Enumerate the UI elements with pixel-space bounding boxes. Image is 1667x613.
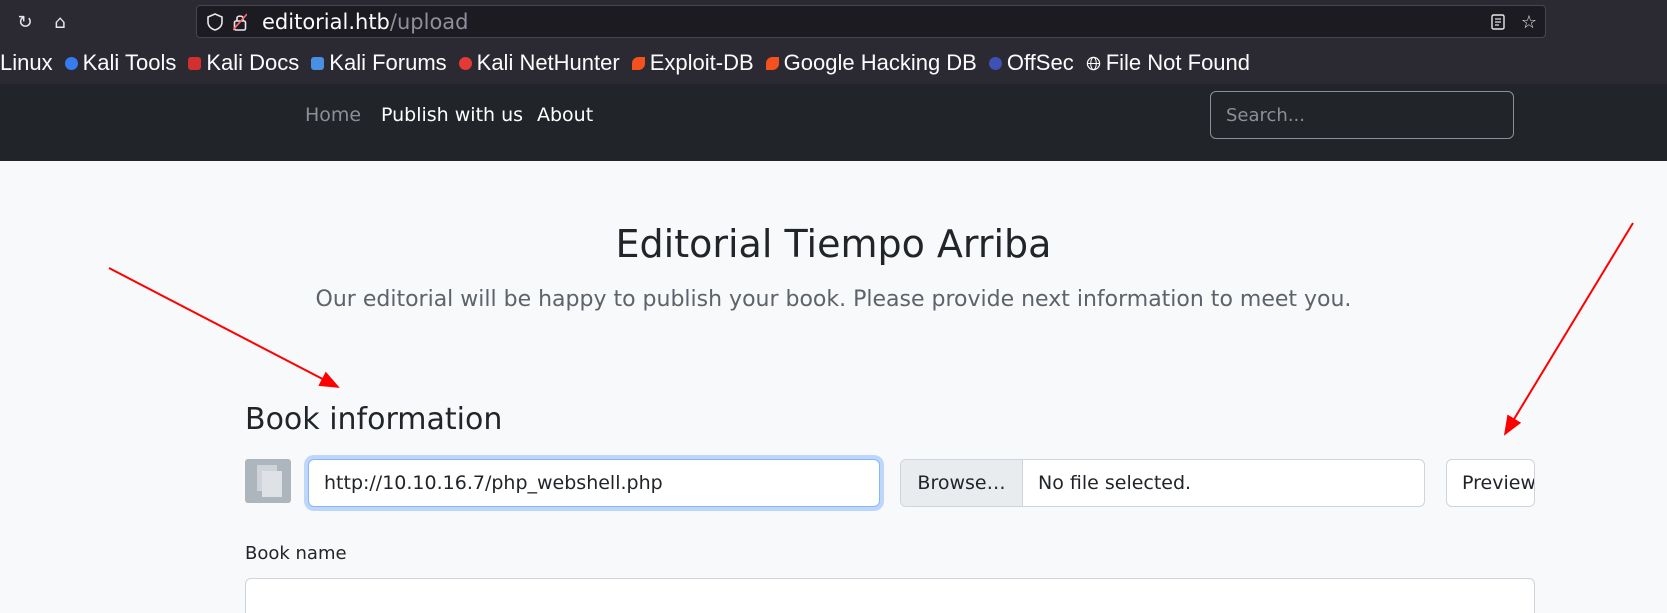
nav-home[interactable]: Home <box>305 104 361 126</box>
bookmark-kali-tools[interactable]: Kali Tools <box>64 50 177 76</box>
url-text[interactable]: editorial.htb/upload <box>262 10 469 34</box>
bookmark-kali-forums[interactable]: Kali Forums <box>311 50 447 76</box>
cover-file-input[interactable]: Browse… No file selected. <box>900 459 1425 507</box>
bookmark-star-icon[interactable]: ☆ <box>1521 12 1537 33</box>
nav-publish[interactable]: Publish with us <box>381 104 523 126</box>
reload-icon[interactable]: ↻ <box>12 10 38 36</box>
bookmark-ghdb[interactable]: Google Hacking DB <box>765 50 977 76</box>
home-icon[interactable]: ⌂ <box>47 10 73 36</box>
browser-chrome: ↻ ⌂ editorial.htb/upload ☆ Linux Kali To… <box>0 0 1667 84</box>
url-path: /upload <box>389 10 469 34</box>
page-subtitle: Our editorial will be happy to publish y… <box>315 287 1352 312</box>
reader-view-icon[interactable] <box>1491 14 1505 30</box>
annotation-arrow-left <box>108 267 340 388</box>
cover-preview-image <box>245 459 291 503</box>
bookmark-file-not-found[interactable]: File Not Found <box>1086 50 1250 76</box>
shield-icon[interactable] <box>207 13 223 31</box>
exploit-db-icon <box>631 56 645 70</box>
browse-button[interactable]: Browse… <box>901 460 1023 506</box>
bookmark-kali-nethunter[interactable]: Kali NetHunter <box>458 50 620 76</box>
kali-docs-icon <box>188 56 202 70</box>
bookmark-kali-docs[interactable]: Kali Docs <box>188 50 299 76</box>
nav-about[interactable]: About <box>537 104 593 126</box>
image-placeholder-icon <box>257 465 282 497</box>
file-status-text: No file selected. <box>1038 472 1192 494</box>
bookmark-offsec[interactable]: OffSec <box>988 50 1074 76</box>
book-name-input[interactable] <box>245 578 1535 613</box>
bookmark-label: File Not Found <box>1105 50 1251 75</box>
kali-tools-icon <box>64 56 78 70</box>
globe-icon <box>1086 56 1100 70</box>
insecure-lock-icon[interactable] <box>233 13 247 31</box>
bookmark-label: Kali Forums <box>329 50 447 75</box>
preview-button[interactable]: Preview <box>1446 459 1535 507</box>
bookmark-label: Kali NetHunter <box>476 50 620 75</box>
bookmark-label: Kali Tools <box>82 50 177 75</box>
kali-forums-icon <box>311 56 325 70</box>
bookmarks-toolbar: Linux Kali Tools Kali Docs Kali Forums K… <box>0 46 1262 80</box>
page-title: Editorial Tiempo Arriba <box>615 222 1052 266</box>
bookmark-label: Kali Docs <box>206 50 300 75</box>
kali-nethunter-icon <box>458 56 472 70</box>
address-bar[interactable]: editorial.htb/upload ☆ <box>196 5 1546 38</box>
book-name-label: Book name <box>245 543 347 564</box>
search-input[interactable] <box>1210 91 1514 139</box>
bookmark-label: Google Hacking DB <box>783 50 977 75</box>
bookmark-label: Linux <box>0 50 53 75</box>
bookmark-exploit-db[interactable]: Exploit-DB <box>631 50 754 76</box>
site-navbar: Home Publish with us About <box>0 84 1667 161</box>
bookmark-linux[interactable]: Linux <box>0 50 53 76</box>
offsec-icon <box>988 56 1002 70</box>
bookmark-label: OffSec <box>1006 50 1074 75</box>
ghdb-icon <box>765 56 779 70</box>
url-host: editorial.htb <box>262 10 390 34</box>
bookmark-label: Exploit-DB <box>649 50 754 75</box>
cover-url-input[interactable] <box>308 459 880 507</box>
section-title: Book information <box>245 402 503 437</box>
